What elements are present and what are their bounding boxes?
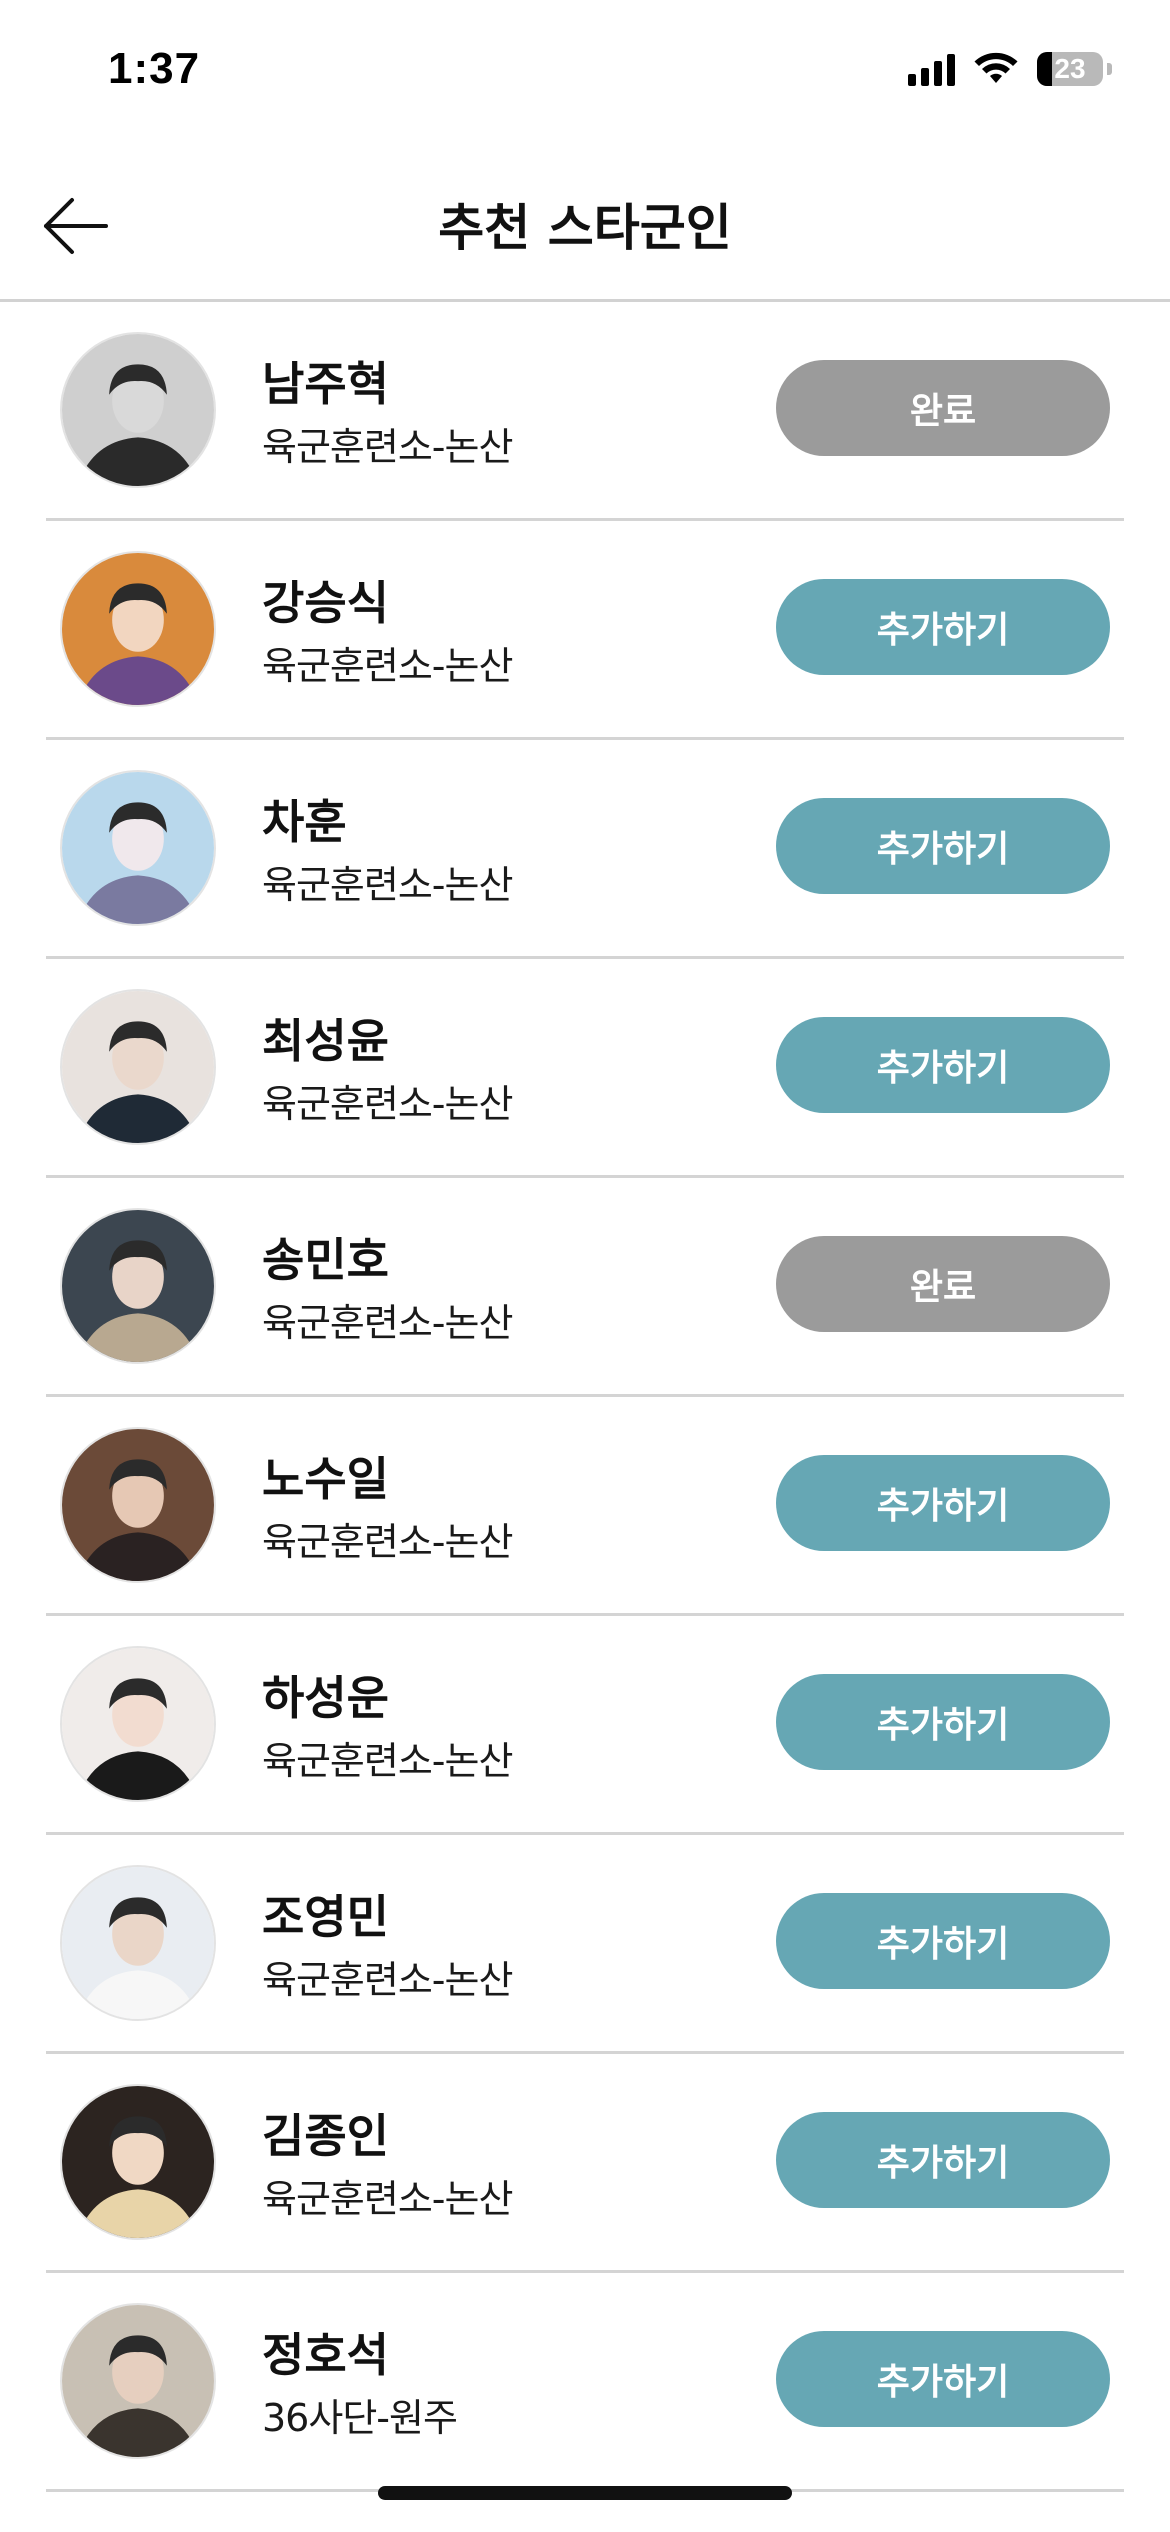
soldier-name: 김종인 xyxy=(262,2109,389,2163)
soldier-unit: 육군훈련소-논산 xyxy=(262,1082,513,1126)
add-button[interactable]: 추가하기 xyxy=(776,579,1110,675)
avatar-photo xyxy=(62,991,214,1143)
add-button[interactable]: 추가하기 xyxy=(776,2112,1110,2208)
list-item: 송민호육군훈련소-논산 완료 xyxy=(0,1178,1170,1397)
home-indicator[interactable] xyxy=(378,2486,792,2500)
avatar-photo xyxy=(62,334,214,486)
list-item: 하성운육군훈련소-논산 추가하기 xyxy=(0,1616,1170,1835)
avatar xyxy=(60,2303,216,2459)
avatar-photo xyxy=(62,772,214,924)
avatar-photo xyxy=(62,1429,214,1581)
avatar xyxy=(60,1427,216,1583)
soldier-list: 남주혁 육군훈련소-논산 완료 강승식 육군훈련소-논산 추가하기 차훈 육군훈련소-논산 추가… xyxy=(0,302,1170,2492)
soldier-unit: 육군훈련소-논산 xyxy=(262,425,513,469)
avatar xyxy=(60,551,216,707)
page-title: 추천 스타군인 xyxy=(438,199,732,257)
soldier-unit: 36사단-원주 xyxy=(262,2396,458,2440)
avatar xyxy=(60,989,216,1145)
list-item: 최성윤육군훈련소-논산 추가하기 xyxy=(0,959,1170,1178)
wifi-icon xyxy=(974,52,1018,83)
soldier-name: 노수일 xyxy=(262,1452,389,1506)
list-item: 정호석 36사단-원주 추가하기 xyxy=(0,2273,1170,2492)
screen: 1:37 23 추천 스타군인 남주혁 육군훈련소-논산 완료 강승식 육군훈련… xyxy=(0,0,1170,2532)
soldier-unit: 육군훈련소-논산 xyxy=(262,1958,513,2002)
soldier-name: 조영민 xyxy=(262,1890,389,1944)
soldier-unit: 육군훈련소-논산 xyxy=(262,644,513,688)
status-time: 1:37 xyxy=(108,44,201,93)
list-item: 노수일육군훈련소-논산 추가하기 xyxy=(0,1397,1170,1616)
soldier-name: 하성운 xyxy=(262,1671,389,1725)
add-button[interactable]: 추가하기 xyxy=(776,2331,1110,2427)
soldier-name: 강승식 xyxy=(262,576,389,630)
status-bar: 1:37 23 xyxy=(0,0,1170,140)
avatar xyxy=(60,1865,216,2021)
avatar xyxy=(60,332,216,488)
add-button[interactable]: 추가하기 xyxy=(776,1455,1110,1551)
avatar-photo xyxy=(62,2305,214,2457)
avatar xyxy=(60,2084,216,2240)
soldier-name: 차훈 xyxy=(262,795,347,849)
list-item: 강승식육군훈련소-논산 추가하기 xyxy=(0,521,1170,740)
status-icons: 23 xyxy=(908,52,1112,86)
battery-tip xyxy=(1107,63,1112,75)
soldier-name: 정호석 xyxy=(262,2328,389,2382)
cellular-signal-icon xyxy=(908,52,955,86)
add-button[interactable]: 추가하기 xyxy=(776,798,1110,894)
avatar-photo xyxy=(62,1210,214,1362)
soldier-unit: 육군훈련소-논산 xyxy=(262,1301,513,1345)
soldier-name: 최성윤 xyxy=(262,1014,389,1068)
list-item: 차훈육군훈련소-논산 추가하기 xyxy=(0,740,1170,959)
soldier-name: 남주혁 xyxy=(262,357,389,411)
soldier-unit: 육군훈련소-논산 xyxy=(262,1739,513,1783)
soldier-unit: 육군훈련소-논산 xyxy=(262,863,513,907)
add-button[interactable]: 추가하기 xyxy=(776,1893,1110,1989)
soldier-name: 송민호 xyxy=(262,1233,389,1287)
avatar-photo xyxy=(62,553,214,705)
avatar-photo xyxy=(62,1648,214,1800)
add-button[interactable]: 추가하기 xyxy=(776,1017,1110,1113)
soldier-unit: 육군훈련소-논산 xyxy=(262,1520,513,1564)
soldier-unit: 육군훈련소-논산 xyxy=(262,2177,513,2221)
avatar-photo xyxy=(62,2086,214,2238)
battery-icon: 23 xyxy=(1037,52,1103,86)
list-item: 김종인육군훈련소-논산 추가하기 xyxy=(0,2054,1170,2273)
battery-percentage: 23 xyxy=(1054,53,1086,84)
list-item: 조영민육군훈련소-논산 추가하기 xyxy=(0,1835,1170,2054)
add-button[interactable]: 추가하기 xyxy=(776,1674,1110,1770)
avatar-photo xyxy=(62,1867,214,2019)
avatar xyxy=(60,1208,216,1364)
avatar xyxy=(60,1646,216,1802)
header: 추천 스타군인 xyxy=(0,140,1170,302)
list-item: 남주혁육군훈련소-논산 완료 xyxy=(0,302,1170,521)
avatar xyxy=(60,770,216,926)
done-button[interactable]: 완료 xyxy=(776,1236,1110,1332)
done-button[interactable]: 완료 xyxy=(776,360,1110,456)
